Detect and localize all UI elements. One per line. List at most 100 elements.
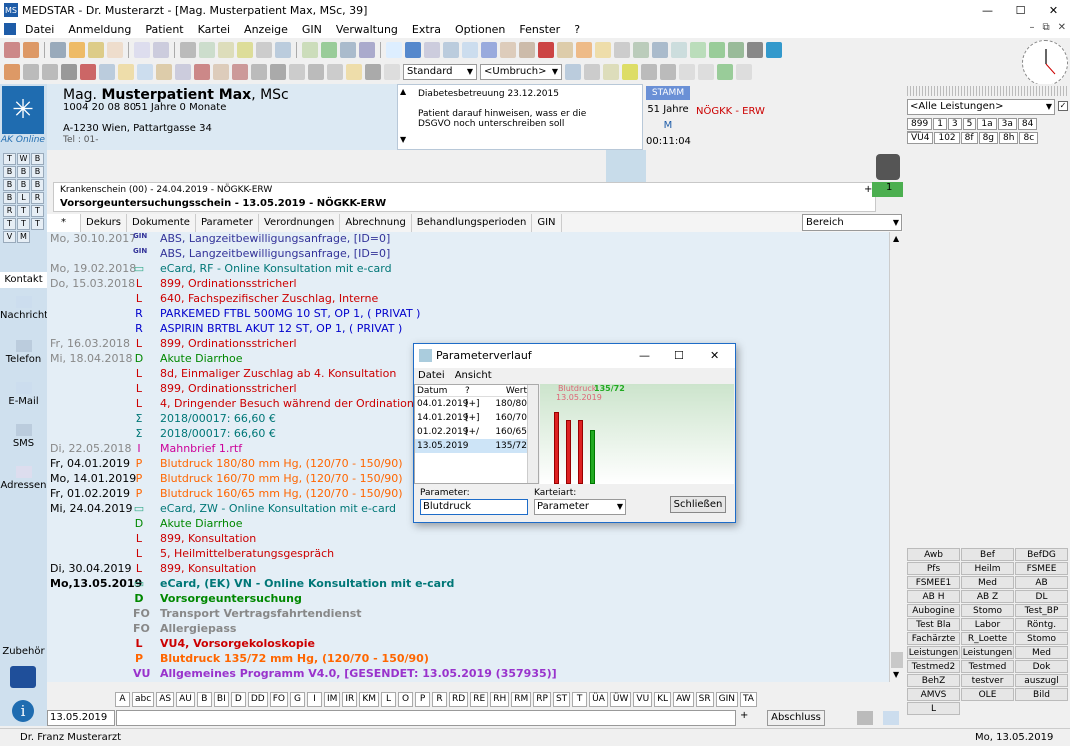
dialog-close-button[interactable]: ✕	[710, 344, 719, 368]
category-button[interactable]: IM	[323, 691, 341, 707]
header-wert[interactable]: Wert	[487, 385, 527, 396]
camera-icon[interactable]	[424, 41, 440, 58]
leistung-code[interactable]: 5	[962, 118, 977, 130]
scroll-up-icon[interactable]: ▲	[893, 234, 899, 243]
leistung-button[interactable]: Bef	[961, 548, 1014, 561]
category-button[interactable]: T	[572, 691, 588, 707]
table-row[interactable]: 04.01.2019 [+] 180/80	[415, 397, 538, 411]
category-button[interactable]: O	[398, 691, 414, 707]
category-button[interactable]: SR	[695, 691, 714, 707]
folder-open-icon[interactable]	[346, 63, 362, 80]
record-row[interactable]: L VU4, Vorsorgekoloskopie	[47, 637, 889, 652]
user-gray2-icon[interactable]	[42, 63, 58, 80]
pin-icon[interactable]	[622, 63, 638, 80]
category-button[interactable]: AW	[673, 691, 694, 707]
leistungen-checkbox[interactable]: ✓	[1058, 101, 1068, 111]
record-row[interactable]: L 899, Konsultation	[47, 532, 889, 547]
menu-kartei[interactable]: Kartei	[191, 23, 237, 36]
bereich-select[interactable]: Bereich ▼	[802, 214, 902, 231]
tab-dekurs[interactable]: Dekurs	[81, 214, 127, 232]
record-row[interactable]: FO Allergiepass	[47, 622, 889, 637]
id-card-icon[interactable]	[99, 63, 115, 80]
leistung-button[interactable]: Stomo	[1015, 632, 1068, 645]
apple-icon[interactable]	[538, 41, 554, 58]
category-button[interactable]: RP	[533, 691, 551, 707]
calendar-icon[interactable]	[275, 41, 291, 58]
ak-online-label[interactable]: AK Online	[0, 135, 46, 147]
category-button[interactable]: AU	[176, 691, 195, 707]
table-row-selected[interactable]: 13.05.2019 135/72	[415, 439, 538, 453]
panel-grip[interactable]	[907, 86, 1067, 96]
tab-gin[interactable]: GIN	[532, 214, 562, 232]
leistung-button[interactable]: AB Z	[961, 590, 1014, 603]
leistung-button[interactable]: Leistungen 2	[907, 646, 960, 670]
tab-all[interactable]: *	[47, 214, 81, 232]
category-button[interactable]: RE	[470, 691, 489, 707]
forward-icon[interactable]	[698, 63, 714, 80]
leistung-code[interactable]: 8g	[978, 132, 999, 144]
leistung-code[interactable]: VU4	[907, 132, 934, 144]
mdi-close-button[interactable]: ✕	[1058, 22, 1066, 33]
category-button[interactable]: A	[115, 691, 130, 707]
settings-icon[interactable]	[359, 41, 375, 58]
leistung-code[interactable]: 3	[947, 118, 962, 130]
leistung-button[interactable]: Dok	[1015, 660, 1068, 673]
globe-icon[interactable]	[405, 41, 421, 58]
quick-button[interactable]: T	[17, 205, 30, 217]
category-button[interactable]: abc	[132, 691, 155, 707]
dialog-menu-datei[interactable]: Datei	[418, 368, 445, 384]
folder2-icon[interactable]	[595, 41, 611, 58]
parameter-input[interactable]: Blutdruck	[420, 499, 528, 515]
category-button[interactable]: D	[230, 691, 246, 707]
leistung-code[interactable]: 8h	[999, 132, 1019, 144]
leistung-code[interactable]: 8c	[1019, 132, 1039, 144]
record-row[interactable]: Mo, 19.02.2018 ▭ eCard, RF - Online Konsul…	[47, 262, 889, 277]
category-button[interactable]: GIN	[715, 691, 738, 707]
leistung-button[interactable]: Aubogine	[907, 604, 960, 617]
leistung-button[interactable]: Pfs	[907, 562, 960, 575]
parameter-table[interactable]: Datum ? Wert 04.01.2019 [+] 180/80 14.01.2…	[414, 384, 539, 484]
leistung-button[interactable]: DL	[1015, 590, 1068, 603]
scroll-down-icon[interactable]: ▼	[400, 135, 406, 144]
print-icon[interactable]	[180, 41, 196, 58]
category-button[interactable]: R	[432, 691, 448, 707]
leistung-button[interactable]: Awb	[907, 548, 960, 561]
mail-open-icon[interactable]	[462, 41, 478, 58]
mdi-minimize-button[interactable]: –	[1029, 22, 1034, 33]
category-button[interactable]: ST	[552, 691, 571, 707]
text-icon[interactable]	[340, 41, 356, 58]
nav-adressen[interactable]: Adressen	[0, 466, 47, 491]
transfer-icon[interactable]	[709, 41, 725, 58]
nav-nachricht[interactable]: Nachricht	[0, 296, 48, 321]
wrap-combo[interactable]: <Umbruch> ▼	[480, 63, 562, 80]
pill-icon[interactable]	[251, 63, 267, 80]
record-row[interactable]: Mo, 30.10.2017 GIN ABS, Langzeitbewilligun…	[47, 232, 889, 247]
chart-icon[interactable]	[633, 41, 649, 58]
schedule-icon[interactable]	[118, 63, 134, 80]
category-button[interactable]: ÜA	[589, 691, 608, 707]
category-button[interactable]: IR	[342, 691, 358, 707]
person-icon[interactable]	[576, 41, 592, 58]
leistung-button[interactable]: Test_BP	[1015, 604, 1068, 617]
record-row[interactable]: Di, 30.04.2019 L 899, Konsultation	[47, 562, 889, 577]
category-button[interactable]: TA	[740, 691, 757, 707]
leistung-button[interactable]: R_Loette	[961, 632, 1014, 645]
date-input[interactable]: 13.05.2019	[47, 710, 115, 726]
category-button[interactable]: RM	[511, 691, 532, 707]
leistung-code[interactable]: 102	[934, 132, 960, 144]
stamm-badge[interactable]: STAMM	[646, 86, 690, 100]
tab-parameter[interactable]: Parameter	[196, 214, 259, 232]
table-row[interactable]: 14.01.2019 [+] 160/70	[415, 411, 538, 425]
leistung-button[interactable]: Bild	[1015, 688, 1068, 701]
category-button[interactable]: B	[196, 691, 212, 707]
record-row[interactable]: FO Transport Vertragsfahrtendienst	[47, 607, 889, 622]
users-icon[interactable]	[4, 41, 20, 58]
table-icon[interactable]	[565, 63, 581, 80]
menu-datei[interactable]: Datei	[18, 23, 61, 36]
person-card-icon[interactable]	[4, 63, 20, 80]
leistung-button[interactable]: Testmed2	[907, 660, 960, 673]
leistung-button[interactable]: AB	[1015, 576, 1068, 589]
leistung-button[interactable]: BefDG	[1015, 548, 1068, 561]
doc-gray-icon[interactable]	[270, 63, 286, 80]
building-icon[interactable]	[519, 41, 535, 58]
